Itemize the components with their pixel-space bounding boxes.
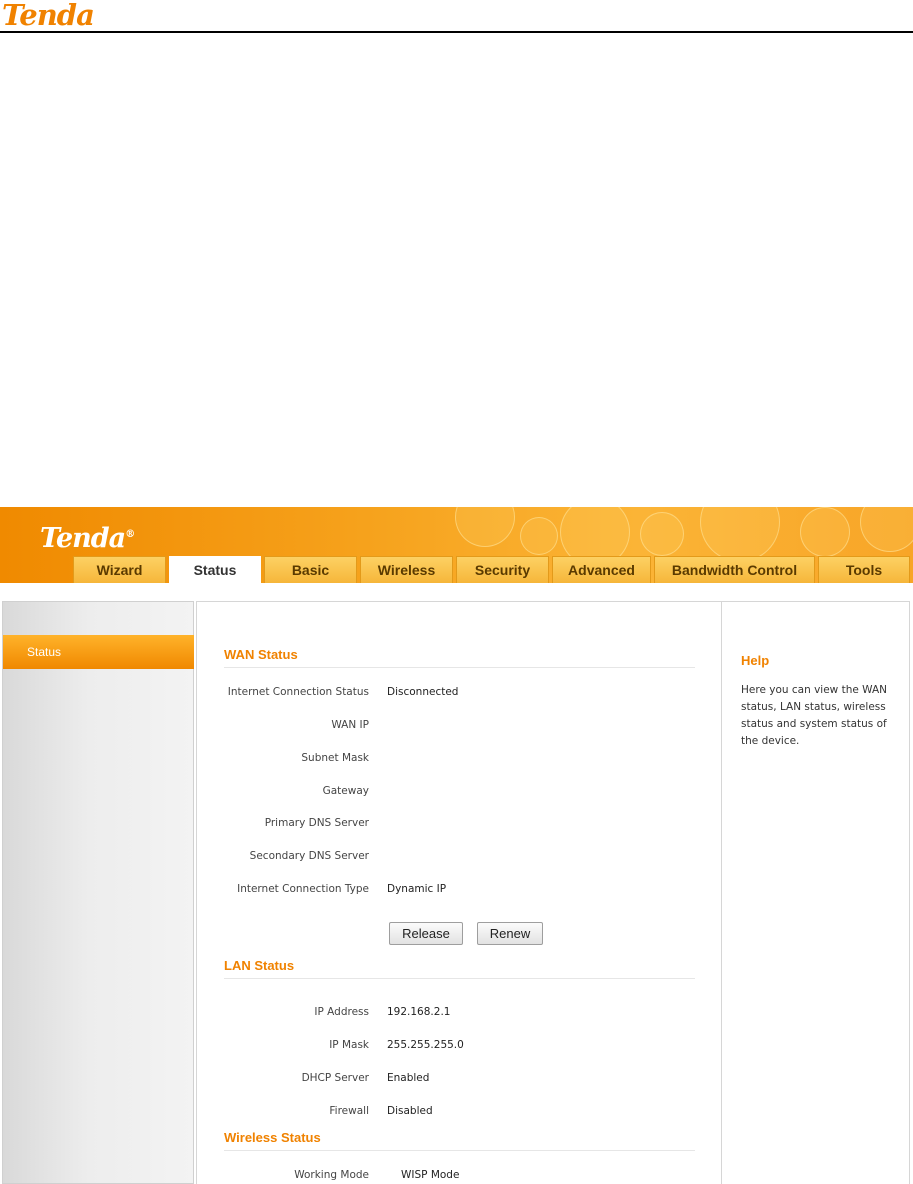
decor-bubble: [700, 507, 780, 562]
decor-bubble: [860, 507, 913, 552]
tab-wireless[interactable]: Wireless: [360, 556, 453, 583]
wireless-section-title: Wireless Status: [224, 1130, 321, 1145]
field-label: Subnet Mask: [301, 752, 369, 764]
field-label: IP Address: [314, 1006, 369, 1018]
tab-basic[interactable]: Basic: [264, 556, 357, 583]
help-text: Here you can view the WAN status, LAN st…: [741, 684, 888, 747]
tab-status[interactable]: Status: [169, 556, 261, 583]
release-button[interactable]: Release: [389, 922, 463, 945]
main-nav-tabs: Wizard Status Basic Wireless Security Ad…: [0, 556, 913, 583]
wan-button-row: Release Renew: [197, 922, 721, 946]
field-label: Working Mode: [294, 1169, 369, 1181]
router-ui-screenshot: Tenda® Wizard Status Basic Wireless Secu…: [0, 507, 913, 1184]
help-panel: Help Here you can view the WAN status, L…: [721, 601, 910, 1184]
lan-section-title: LAN Status: [224, 958, 295, 973]
header-spacer: [0, 583, 913, 601]
field-value: Disabled: [387, 1105, 433, 1117]
field-label: Primary DNS Server: [264, 817, 369, 829]
field-label: WAN IP: [331, 719, 369, 731]
ui-header-banner: Tenda® Wizard Status Basic Wireless Secu…: [0, 507, 913, 583]
field-label: Secondary DNS Server: [249, 850, 369, 862]
field-label: Firewall: [329, 1105, 369, 1117]
decor-bubble: [640, 512, 684, 556]
field-value: 192.168.2.1: [387, 1006, 451, 1018]
tab-wizard[interactable]: Wizard: [73, 556, 166, 583]
tab-security[interactable]: Security: [456, 556, 549, 583]
document-logo: Tenda: [2, 0, 95, 32]
field-label: Internet Connection Status: [227, 686, 369, 698]
field-value: Disconnected: [387, 686, 459, 698]
field-label: IP Mask: [329, 1039, 369, 1051]
decor-bubble: [800, 507, 850, 557]
field-value: Enabled: [387, 1072, 430, 1084]
tab-bandwidth-control[interactable]: Bandwidth Control: [654, 556, 815, 583]
field-value: Dynamic IP: [387, 883, 447, 895]
decor-bubble: [520, 517, 558, 555]
wan-section-title: WAN Status: [224, 647, 298, 662]
field-label: Gateway: [322, 785, 369, 797]
field-value: WISP Mode: [401, 1169, 460, 1181]
field-label: DHCP Server: [301, 1072, 369, 1084]
tab-tools[interactable]: Tools: [818, 556, 910, 583]
tab-advanced[interactable]: Advanced: [552, 556, 651, 583]
section-divider: [224, 1150, 695, 1151]
sidebar: Status: [2, 601, 194, 1184]
field-label: Internet Connection Type: [237, 883, 369, 895]
section-divider: [224, 667, 695, 668]
help-title: Help: [741, 653, 770, 668]
field-value: 255.255.255.0: [387, 1039, 464, 1051]
main-panel: WAN Status Internet Connection Status Di…: [196, 601, 722, 1184]
sidebar-item-status[interactable]: Status: [3, 635, 194, 669]
renew-button[interactable]: Renew: [477, 922, 543, 945]
decor-bubble: [455, 507, 515, 547]
section-divider: [224, 978, 695, 979]
header-divider: [0, 31, 913, 33]
ui-logo: Tenda®: [40, 523, 135, 554]
